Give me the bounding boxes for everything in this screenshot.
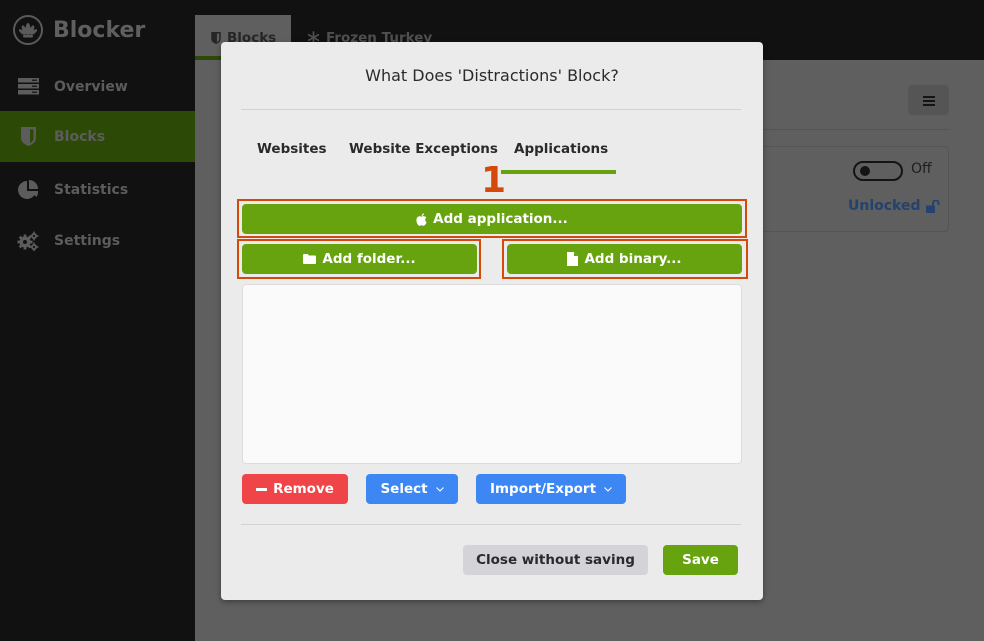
chevron-down-icon [604, 486, 612, 492]
application-list[interactable] [242, 284, 742, 464]
save-button[interactable]: Save [663, 545, 738, 575]
lotus-icon [13, 15, 43, 45]
folder-icon [303, 254, 317, 264]
save-label: Save [682, 552, 719, 568]
gears-icon [17, 230, 39, 252]
active-tab-indicator [501, 170, 616, 174]
sidebar-item-statistics[interactable]: Statistics [0, 164, 195, 215]
toggle-knob [860, 166, 870, 176]
tab-applications[interactable]: Applications [514, 141, 608, 157]
apple-icon [416, 212, 427, 226]
add-binary-button[interactable]: Add binary... [507, 244, 742, 274]
divider [241, 109, 741, 110]
modal-title: What Does 'Distractions' Block? [365, 66, 619, 85]
hamburger-icon [922, 91, 935, 110]
divider [763, 129, 949, 130]
divider [241, 524, 741, 525]
minus-icon [256, 487, 268, 491]
sidebar-item-label: Settings [54, 232, 121, 249]
add-application-button[interactable]: Add application... [242, 204, 742, 234]
close-label: Close without saving [476, 552, 635, 568]
server-icon [17, 76, 39, 98]
sidebar-item-label: Overview [54, 78, 128, 95]
shield-icon [211, 31, 221, 44]
remove-label: Remove [273, 481, 334, 497]
sidebar-item-settings[interactable]: Settings [0, 215, 195, 266]
import-export-dropdown-button[interactable]: Import/Export [476, 474, 626, 504]
toggle-state-label: Off [911, 161, 932, 177]
brand: Blocker [13, 13, 145, 47]
tab-websites[interactable]: Websites [257, 141, 327, 157]
sidebar-item-label: Blocks [54, 128, 106, 145]
close-without-saving-button[interactable]: Close without saving [463, 545, 648, 575]
tab-website-exceptions[interactable]: Website Exceptions [349, 141, 498, 157]
modal-dialog: What Does 'Distractions' Block? Websites… [221, 42, 763, 600]
import-export-label: Import/Export [489, 481, 597, 497]
file-icon [567, 252, 579, 266]
pie-chart-icon [17, 179, 39, 201]
block-toggle[interactable] [853, 161, 903, 181]
sidebar-item-overview[interactable]: Overview [0, 61, 195, 112]
add-folder-button[interactable]: Add folder... [242, 244, 477, 274]
unlock-icon [925, 199, 940, 213]
block-card [740, 146, 949, 232]
menu-button[interactable] [908, 85, 949, 115]
lock-status[interactable]: Unlocked [848, 198, 940, 214]
add-folder-label: Add folder... [322, 251, 416, 267]
lock-status-label: Unlocked [848, 198, 921, 214]
shield-icon [17, 126, 39, 148]
select-dropdown-button[interactable]: Select [366, 474, 458, 504]
sidebar-item-label: Statistics [54, 181, 129, 198]
app-title: Blocker [53, 17, 146, 43]
sidebar: Blocker Overview Blocks Statistics Setti… [0, 0, 195, 641]
annotation-number-1: 1 [481, 160, 507, 201]
add-application-label: Add application... [433, 211, 568, 227]
remove-button[interactable]: Remove [242, 474, 348, 504]
chevron-down-icon [435, 486, 444, 492]
select-label: Select [380, 481, 428, 497]
sidebar-item-blocks[interactable]: Blocks [0, 111, 195, 162]
add-binary-label: Add binary... [584, 251, 682, 267]
